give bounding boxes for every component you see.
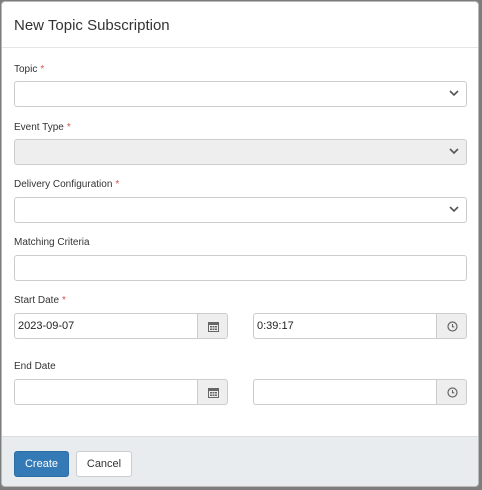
cancel-button[interactable]: Cancel bbox=[76, 451, 132, 477]
event-type-label: Event Type * bbox=[14, 122, 71, 133]
dialog-footer: Create Cancel bbox=[2, 436, 478, 486]
end-time-input[interactable] bbox=[253, 379, 437, 405]
dialog-header: New Topic Subscription bbox=[2, 2, 478, 48]
event-type-select[interactable] bbox=[14, 139, 467, 165]
create-button[interactable]: Create bbox=[14, 451, 69, 477]
topic-select[interactable] bbox=[14, 81, 467, 107]
chevron-down-icon bbox=[449, 90, 459, 97]
delivery-configuration-select[interactable] bbox=[14, 197, 467, 223]
calendar-icon bbox=[208, 322, 219, 332]
end-time-clock-button[interactable] bbox=[436, 379, 467, 405]
required-marker: * bbox=[115, 179, 120, 190]
topic-label: Topic * bbox=[14, 64, 45, 75]
calendar-icon bbox=[208, 388, 219, 398]
start-date-label: Start Date * bbox=[14, 295, 66, 306]
end-date-calendar-button[interactable] bbox=[197, 379, 228, 405]
start-date-calendar-button[interactable] bbox=[197, 313, 228, 339]
required-marker: * bbox=[66, 122, 71, 133]
start-date-input[interactable]: 2023-09-07 bbox=[14, 313, 198, 339]
clock-icon bbox=[447, 321, 458, 332]
clock-icon bbox=[447, 387, 458, 398]
chevron-down-icon bbox=[449, 148, 459, 155]
dialog-title: New Topic Subscription bbox=[14, 17, 170, 34]
end-date-input[interactable] bbox=[14, 379, 198, 405]
required-marker: * bbox=[40, 64, 45, 75]
start-time-clock-button[interactable] bbox=[436, 313, 467, 339]
required-marker: * bbox=[62, 295, 66, 306]
matching-criteria-label: Matching Criteria bbox=[14, 237, 90, 248]
matching-criteria-input[interactable] bbox=[14, 255, 467, 281]
chevron-down-icon bbox=[449, 206, 459, 213]
start-time-input[interactable]: 0:39:17 bbox=[253, 313, 437, 339]
delivery-configuration-label: Delivery Configuration * bbox=[14, 179, 120, 190]
new-topic-subscription-dialog: New Topic Subscription Topic * Event Type… bbox=[1, 1, 479, 487]
end-date-label: End Date bbox=[14, 361, 56, 372]
